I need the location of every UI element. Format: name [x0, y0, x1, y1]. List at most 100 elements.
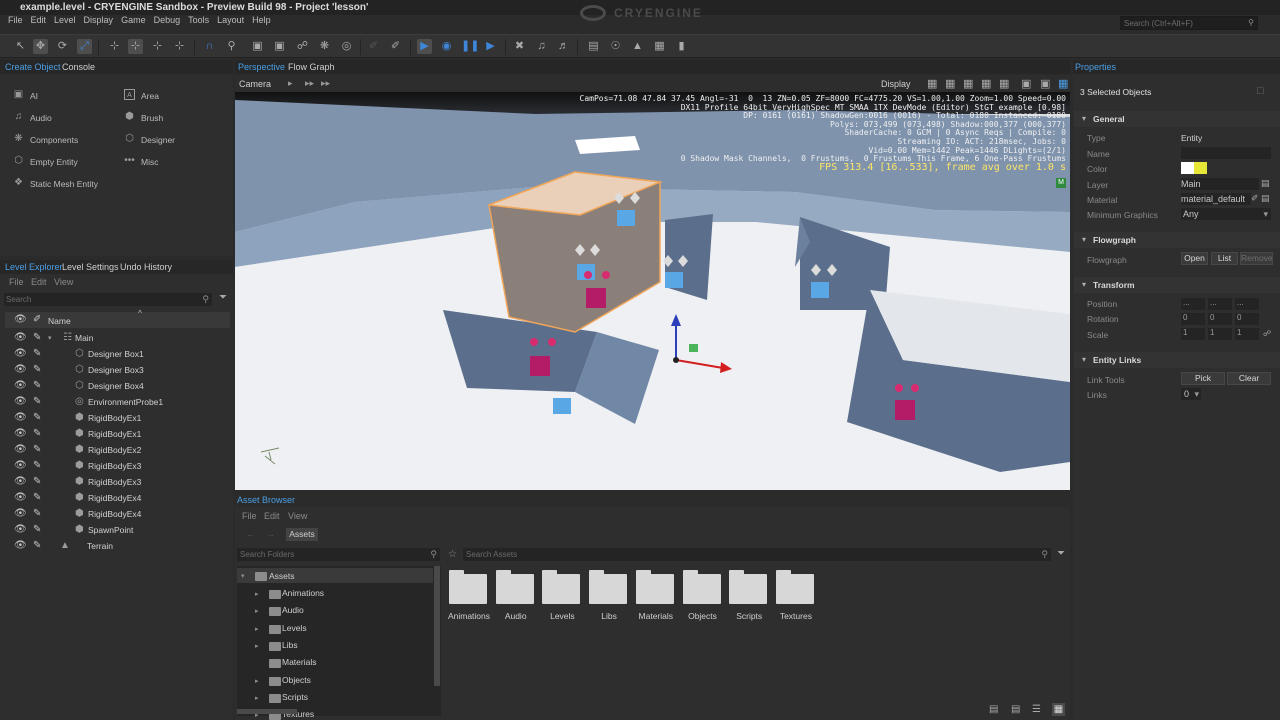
menu-debug[interactable]: Debug	[154, 15, 181, 25]
physics-icon[interactable]: ❋	[317, 39, 332, 54]
visibility-eye-icon[interactable]: 👁	[14, 444, 27, 455]
magnet-icon[interactable]: ∩	[202, 39, 217, 54]
chevron-right-icon[interactable]: ▸	[255, 590, 259, 598]
asset-folder-tile[interactable]: Libs	[587, 570, 631, 621]
folder-tree-item[interactable]: Audio	[282, 605, 304, 615]
folder-tree-item[interactable]: Libs	[282, 640, 298, 650]
flowgraph-open-button[interactable]: Open	[1181, 252, 1208, 265]
level-tree-row[interactable]: 👁 ✎ ⬢ RigidBodyEx1	[5, 426, 230, 442]
level-tree-row[interactable]: 👁 ✎ ▲ Terrain	[5, 538, 230, 554]
rotate-tool-icon[interactable]: ⟳	[55, 39, 70, 54]
transform-scale-field[interactable]: 1	[1235, 328, 1259, 340]
tab-asset-browser[interactable]: Asset Browser	[237, 495, 295, 505]
tab-create-object[interactable]: Create Object	[5, 62, 61, 72]
back-arrow-icon[interactable]: ←	[246, 529, 255, 539]
chevron-right-icon[interactable]: ▸	[255, 694, 259, 702]
chevron-down-icon[interactable]: ▾	[241, 572, 245, 580]
chevron-right-icon[interactable]: ▸	[255, 607, 259, 615]
menu-game[interactable]: Game	[121, 15, 146, 25]
align-tool-icon[interactable]: ⊹	[107, 39, 122, 54]
export-icon[interactable]: ▮	[674, 39, 689, 54]
chevron-down-icon[interactable]: ▾	[48, 334, 52, 342]
terrain-snap-icon[interactable]: ▦	[981, 77, 991, 90]
folder-tree-root[interactable]: Assets	[269, 571, 295, 581]
menu-help[interactable]: Help	[252, 15, 271, 25]
folder-icon[interactable]: ▤	[1261, 193, 1270, 204]
folder-tree-item[interactable]: Materials	[282, 657, 316, 667]
thumbnail-view-icon[interactable]: ▦	[1052, 703, 1065, 716]
terrain-tool-icon[interactable]: ▲	[630, 39, 645, 54]
grid-icon[interactable]: ▦	[927, 77, 937, 90]
edit-lock-icon[interactable]: ✎	[33, 364, 41, 375]
select-tool-icon[interactable]: ↖	[13, 39, 28, 54]
link-icon[interactable]: ☍	[295, 39, 310, 54]
create-audio[interactable]: Audio	[30, 113, 52, 123]
prop-name-field[interactable]	[1181, 147, 1271, 159]
tab-console[interactable]: Console	[62, 62, 95, 72]
transform-rotation-field[interactable]: 0	[1235, 313, 1259, 325]
perspective-viewport[interactable]: CamPos=71.08 47.84 37.45 Angl=-31 0 13 Z…	[235, 92, 1070, 490]
level-tree-row[interactable]: 👁 ✎ ⬡ Designer Box4	[5, 378, 230, 394]
tab-undo-history[interactable]: Undo History	[120, 262, 172, 272]
visibility-eye-icon[interactable]: 👁	[14, 460, 27, 471]
level-tree-row[interactable]: 👁 ✎ ⬢ SpawnPoint	[5, 522, 230, 538]
pivot-tool-icon[interactable]: ⊹	[172, 39, 187, 54]
chevron-right-icon[interactable]: ▸	[288, 78, 293, 89]
snap-tool-icon[interactable]: ⊹	[128, 39, 143, 54]
level-tree-row[interactable]: 👁 ✎ ▾ ☷ Main	[5, 330, 230, 346]
tab-properties[interactable]: Properties	[1075, 62, 1116, 72]
level-tree-row[interactable]: 👁 ✎ ⬡ Designer Box3	[5, 362, 230, 378]
lock-icon[interactable]: □	[1257, 85, 1264, 97]
play-icon[interactable]: ▶	[417, 39, 432, 54]
edit-lock-icon[interactable]: ✎	[33, 508, 41, 519]
chevron-right-icon[interactable]: ▸	[255, 625, 259, 633]
folder-tree-item[interactable]: Objects	[282, 675, 311, 685]
visibility-eye-icon[interactable]: 👁	[14, 492, 27, 503]
layers-icon[interactable]: ▤	[586, 39, 601, 54]
level-tree-row[interactable]: 👁 ✎ ⬢ RigidBodyEx4	[5, 506, 230, 522]
level-tree-row[interactable]: 👁 ✎ ⬢ RigidBodyEx1	[5, 410, 230, 426]
volume-icon[interactable]: ♬	[556, 39, 571, 54]
clear-button[interactable]: Clear	[1227, 372, 1271, 385]
edit-lock-icon[interactable]: ✎	[33, 412, 41, 423]
edit-lock-icon[interactable]: ✎	[33, 396, 41, 407]
fast-forward-icon[interactable]: ▸▸	[321, 78, 330, 89]
list-view-icon[interactable]: ☰	[1032, 704, 1041, 715]
menu-display[interactable]: Display	[84, 15, 114, 25]
zoom-icon[interactable]: ⚲	[224, 39, 239, 54]
prop-color-swatch[interactable]	[1181, 162, 1207, 174]
split-view-icon[interactable]: ▤	[1011, 704, 1020, 715]
asset-folder-tile[interactable]: Levels	[540, 570, 584, 621]
edit-lock-icon[interactable]: ✎	[33, 380, 41, 391]
menu-edit[interactable]: Edit	[31, 15, 47, 25]
folder-tree-item[interactable]: Animations	[282, 588, 324, 598]
snap-angle-icon[interactable]: ▣	[272, 39, 287, 54]
create-area[interactable]: Area	[141, 91, 159, 101]
asset-folder-tile[interactable]: Audio	[494, 570, 538, 621]
visibility-column-icon[interactable]: 👁	[14, 314, 27, 325]
create-empty-entity[interactable]: Empty Entity	[30, 157, 78, 167]
tab-level-explorer[interactable]: Level Explorer	[5, 262, 63, 272]
forward-arrow-icon[interactable]: →	[266, 529, 275, 539]
audio-icon[interactable]: ♫	[534, 39, 549, 54]
name-column-label[interactable]: Name	[48, 316, 71, 326]
tab-level-settings[interactable]: Level Settings	[62, 262, 119, 272]
le-menu-file[interactable]: File	[9, 277, 24, 287]
link-scale-icon[interactable]: ☍	[1263, 329, 1271, 338]
move-tool-icon[interactable]: ✥	[33, 39, 48, 54]
menu-tools[interactable]: Tools	[188, 15, 209, 25]
visibility-eye-icon[interactable]: 👁	[14, 428, 27, 439]
folder-icon[interactable]: ▤	[1261, 178, 1270, 189]
folder-tree-item[interactable]: Levels	[282, 623, 307, 633]
section-general[interactable]: ▾ General	[1074, 111, 1280, 127]
edit-lock-icon[interactable]: ✎	[33, 540, 41, 551]
menu-file[interactable]: File	[8, 15, 23, 25]
prop-material-field[interactable]: material_default	[1181, 193, 1251, 205]
global-search-input[interactable]: Search (Ctrl+Alt+F) ⚲	[1120, 16, 1258, 30]
image-icon[interactable]: ▦	[652, 39, 667, 54]
filter-icon[interactable]: ⏷	[1057, 548, 1065, 559]
scale-snap-icon[interactable]: ▦	[963, 77, 973, 90]
step-icon[interactable]: ▶	[483, 39, 498, 54]
section-entity-links[interactable]: ▾ Entity Links	[1074, 352, 1280, 368]
search-folders-input[interactable]: Search Folders ⚲	[237, 548, 440, 561]
